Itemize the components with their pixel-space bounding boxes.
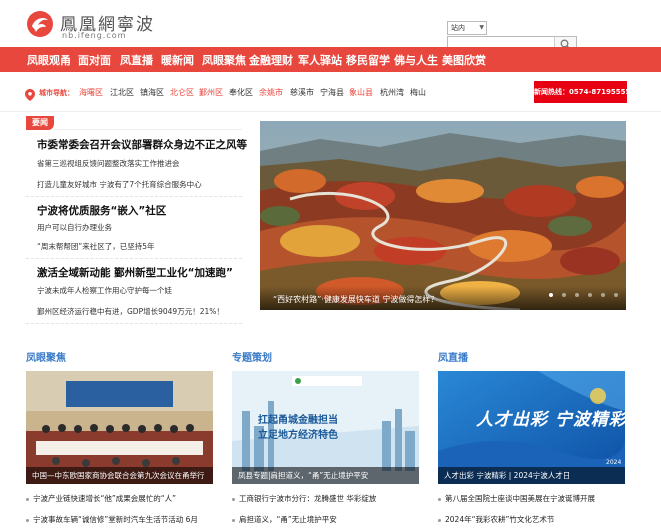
banner-line-2: 立足地方经济特色 (258, 430, 338, 441)
carousel-dot[interactable] (561, 293, 566, 297)
live-image-caption-bar: 人才出彩 宁波精彩 | 2024宁波人才日 (438, 467, 625, 484)
list-item[interactable]: 第八届全国院士座谈中国美展在宁波诞博开展 (438, 493, 628, 504)
section-title-focus[interactable]: 凤眼聚焦 (26, 349, 66, 364)
list-item-text: 2024年“我彩农耕”竹文化艺术节 (445, 515, 555, 524)
section-title-special[interactable]: 专题策划 (232, 349, 272, 364)
news-hotline-badge: 新闻热线：0574-87195555 (534, 81, 630, 103)
focus-image-caption-bar: 中国—中东欧国家商协会联合会第九次会议在甬举行 (26, 467, 213, 484)
focus-image-caption[interactable]: 中国—中东欧国家商协会联合会第九次会议在甬举行 (32, 470, 210, 481)
hero-carousel[interactable]: “西好农村路”·健康发展快车道 宁波做得怎样？ (260, 121, 626, 310)
banner-slogan: 人才出彩 宁波精彩 (476, 410, 625, 430)
city-link-yinzhou[interactable]: 鄞州区 (199, 87, 223, 98)
banner-line-1: 扛起甬城金融担当 (258, 415, 338, 426)
city-link-cixi[interactable]: 慈溪市 (290, 87, 314, 98)
city-link-haishu[interactable]: 海曙区 (79, 87, 103, 98)
special-feature-card[interactable]: 扛起甬城金融担当 立足地方经济特色 凤县专题|肩担道义，“甬”无止境护平安 (232, 371, 419, 484)
list-item[interactable]: 2024年“我彩农耕”竹文化艺术节 (438, 514, 628, 525)
nav-item-mianduimian[interactable]: 面对面 (78, 52, 111, 68)
carousel-dot[interactable] (574, 293, 579, 297)
list-item-text: 宁波事故车辆“诚信修”堂新时汽车生活节活动 6月 (33, 515, 198, 524)
search-scope-value: 站内 (451, 24, 465, 32)
city-link-beilun[interactable]: 北仑区 (170, 87, 194, 98)
list-item-text: 第八届全国院士座谈中国美展在宁波诞博开展 (445, 494, 595, 503)
location-pin-icon (25, 89, 35, 101)
logo-domain-text: nb.ifeng.com (62, 31, 127, 40)
special-image-caption-bar: 凤县专题|肩担道义，“甬”无止境护平安 (232, 467, 419, 484)
headline-separator (26, 258, 242, 259)
city-link-xiangshan[interactable]: 象山县 (349, 87, 373, 98)
section-title-live[interactable]: 凤直播 (438, 349, 468, 364)
carousel-dot[interactable] (548, 293, 553, 297)
subline-link[interactable]: 用户可以自行办理业务 (37, 222, 242, 233)
focus-tag: 要闻 (26, 116, 54, 130)
chevron-down-icon: ▼ (479, 24, 484, 31)
carousel-dots (545, 282, 618, 301)
nav-item-soldiers[interactable]: 军人驿站 (298, 52, 342, 68)
phoenix-logo-icon (27, 11, 53, 37)
hero-caption[interactable]: “西好农村路”·健康发展快车道 宁波做得怎样？ (273, 294, 438, 305)
subline-link[interactable]: 打造儿童友好城市 宁波有了7个托育综合服务中心 (37, 179, 242, 190)
city-link-yuyao[interactable]: 余姚市 (259, 87, 283, 98)
live-feature-card[interactable]: 人才出彩 宁波精彩 2024 人才出彩 宁波精彩 | 2024宁波人才日 (438, 371, 625, 484)
banner-year: 2024 (606, 459, 622, 466)
bullet-icon (232, 518, 235, 522)
bullet-icon (438, 518, 441, 522)
city-link-hangzhouwan[interactable]: 杭州湾 (380, 87, 404, 98)
list-item[interactable]: 工商银行宁波市分行：龙腾盛世 华彩绽放 (232, 493, 422, 504)
nav-item-gallery[interactable]: 美图欣赏 (442, 52, 486, 68)
city-link-jiangbei[interactable]: 江北区 (110, 87, 134, 98)
nav-item-fengyan-guanyong[interactable]: 凤眼观甬 (27, 52, 71, 68)
carousel-dot[interactable] (587, 293, 592, 297)
special-image-caption[interactable]: 凤县专题|肩担道义，“甬”无止境护平安 (238, 470, 416, 481)
subline-link[interactable]: 省第三巡视组反馈问题整改落实工作推进会 (37, 158, 242, 169)
nav-item-finance[interactable]: 金融理财 (249, 52, 293, 68)
list-item[interactable]: 宁波产业链快速增长“他”成果会展忙的“人” (26, 493, 216, 504)
headline-link[interactable]: 宁波将优质服务“嵌入”社区 (37, 203, 242, 218)
headline-separator (26, 323, 242, 324)
bullet-icon (438, 497, 441, 501)
list-item[interactable]: 肩担道义，“甬”无止境护平安 (232, 514, 422, 525)
nav-item-warm-news[interactable]: 暖新闻 (161, 52, 194, 68)
bullet-icon (26, 518, 29, 522)
main-nav: 凤眼观甬 面对面 凤直播 暖新闻 凤眼聚焦 金融理财 军人驿站 移民留学 佛与人… (0, 47, 661, 72)
site-header: 鳳凰網寧波 nb.ifeng.com 站内 ▼ (0, 0, 661, 52)
focus-feature-card[interactable]: 中国—中东欧国家商协会联合会第九次会议在甬举行 (26, 371, 213, 484)
nav-item-immigration[interactable]: 移民留学 (346, 52, 390, 68)
nav-item-live[interactable]: 凤直播 (120, 52, 153, 68)
city-link-fenghua[interactable]: 奉化区 (229, 87, 253, 98)
nav-item-buddhism[interactable]: 佛与人生 (394, 52, 438, 68)
carousel-dot[interactable] (614, 293, 618, 297)
headline-link[interactable]: 激活全域新动能 鄞州新型工业化“加速跑” (37, 265, 242, 280)
list-item-text: 宁波产业链快速增长“他”成果会展忙的“人” (33, 494, 177, 503)
city-link-ninghai[interactable]: 宁海县 (320, 87, 344, 98)
site-logo[interactable]: 鳳凰網寧波 nb.ifeng.com (26, 10, 176, 40)
carousel-dot[interactable] (600, 293, 605, 297)
list-item-text: 工商银行宁波市分行：龙腾盛世 华彩绽放 (239, 494, 377, 503)
live-image-caption[interactable]: 人才出彩 宁波精彩 | 2024宁波人才日 (444, 470, 622, 481)
search-scope-select[interactable]: 站内 ▼ (447, 21, 487, 35)
hero-caption-bar: “西好农村路”·健康发展快车道 宁波做得怎样？ (260, 286, 626, 310)
subline-link[interactable]: “周末帮帮团”来社区了，已坚持5年 (37, 241, 242, 252)
subline-link[interactable]: 宁波未成年人检察工作用心守护每一个娃 (37, 285, 242, 296)
headline-separator (26, 196, 242, 197)
list-item[interactable]: 宁波事故车辆“诚信修”堂新时汽车生活节活动 6月 (26, 514, 216, 525)
city-link-meishan[interactable]: 梅山 (410, 87, 426, 98)
bullet-icon (26, 497, 29, 501)
subline-link[interactable]: 鄞州区经济运行稳中有进，GDP增长9049万元！21%！ (37, 306, 242, 317)
list-item-text: 肩担道义，“甬”无止境护平安 (239, 515, 337, 524)
city-nav-label: 城市导航： (39, 89, 74, 97)
nav-item-focus[interactable]: 凤眼聚焦 (202, 52, 246, 68)
headline-link[interactable]: 市委常委会召开会议部署群众身边不正之风等 (37, 137, 247, 152)
bullet-icon (232, 497, 235, 501)
focus-tag-divider (54, 129, 242, 130)
city-link-zhenhai[interactable]: 镇海区 (140, 87, 164, 98)
